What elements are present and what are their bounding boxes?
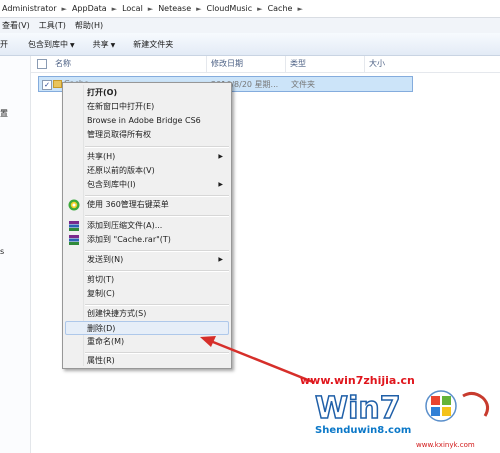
360-icon (68, 199, 80, 211)
menu-label: 使用 360管理右键菜单 (87, 200, 169, 209)
menu-item-restore-versions[interactable]: 还原以前的版本(V) (65, 164, 229, 178)
breadcrumb-local[interactable]: Local (120, 4, 145, 13)
column-size[interactable]: 大小 (365, 56, 415, 72)
menu-item-open-new-window[interactable]: 在新窗口中打开(E) (65, 100, 229, 114)
watermark-logo: Win7 (314, 390, 490, 427)
menu-label: 重命名(M) (87, 337, 125, 346)
folder-icon (53, 80, 62, 88)
chevron-right-icon[interactable]: ► (59, 5, 70, 13)
row-checkbox[interactable]: ✓ (42, 80, 52, 90)
menu-item-include-library[interactable]: 包含到库中(I) ▶ (65, 178, 229, 192)
menu-separator (85, 146, 229, 148)
menu-item-browse-bridge[interactable]: Browse in Adobe Bridge CS6 (65, 114, 229, 128)
winrar-icon (69, 235, 79, 245)
breadcrumb-administrator[interactable]: Administrator (0, 4, 59, 13)
select-all-checkbox[interactable] (37, 59, 47, 69)
menu-label: 删除(D) (87, 324, 116, 333)
context-menu: 打开(O) 在新窗口中打开(E) Browse in Adobe Bridge … (62, 82, 232, 369)
menu-item-copy[interactable]: 复制(C) (65, 287, 229, 301)
menu-view[interactable]: 查看(V) (0, 20, 37, 31)
menu-separator (85, 215, 229, 217)
nav-item-partial[interactable]: 置 (0, 108, 8, 119)
submenu-arrow-icon: ▶ (218, 256, 223, 263)
navigation-pane[interactable]: 置 s (0, 56, 31, 453)
menu-tools[interactable]: 工具(T) (37, 20, 73, 31)
include-in-library-label: 包含到库中 (28, 39, 68, 49)
column-name[interactable]: 名称 (51, 56, 207, 72)
menu-item-add-cache-rar[interactable]: 添加到 "Cache.rar"(T) (65, 233, 229, 247)
menu-label: 在新窗口中打开(E) (87, 102, 155, 111)
menu-separator (85, 250, 229, 252)
menu-item-share[interactable]: 共享(H) ▶ (65, 150, 229, 164)
submenu-arrow-icon: ▶ (218, 181, 223, 188)
column-date-modified[interactable]: 修改日期 (207, 56, 286, 72)
menu-label: 属性(R) (87, 356, 115, 365)
menu-separator (85, 270, 229, 272)
menu-label: 管理员取得所有权 (87, 130, 151, 139)
menu-label: 还原以前的版本(V) (87, 166, 155, 175)
menu-item-cut[interactable]: 剪切(T) (65, 273, 229, 287)
menu-item-send-to[interactable]: 发送到(N) ▶ (65, 253, 229, 267)
menu-label: 包含到库中(I) (87, 180, 136, 189)
menu-label: 创建快捷方式(S) (87, 309, 147, 318)
command-toolbar: 开 包含到库中 ▼ 共享 ▼ 新建文件夹 (0, 33, 500, 56)
menu-item-360[interactable]: 使用 360管理右键菜单 (65, 198, 229, 212)
breadcrumb-cloudmusic[interactable]: CloudMusic (205, 4, 255, 13)
winrar-icon (69, 221, 79, 231)
chevron-right-icon[interactable]: ► (294, 5, 305, 13)
new-folder-button[interactable]: 新建文件夹 (133, 39, 173, 50)
menu-bar: 查看(V) 工具(T) 帮助(H) (0, 18, 500, 33)
share-label: 共享 (92, 39, 109, 49)
menu-separator (85, 304, 229, 306)
watermark-site-secondary: www.kxinyk.com (416, 441, 475, 449)
watermark-logo-text: Win7 (315, 391, 401, 426)
address-bar[interactable]: Administrator ► AppData ► Local ► Neteas… (0, 0, 500, 18)
menu-label: Browse in Adobe Bridge CS6 (87, 116, 201, 125)
watermark-url: www.win7zhijia.cn (300, 374, 415, 387)
menu-label: 发送到(N) (87, 255, 124, 264)
share-button[interactable]: 共享 ▼ (93, 39, 116, 50)
menu-item-add-archive[interactable]: 添加到压缩文件(A)... (65, 219, 229, 233)
menu-label: 共享(H) (87, 152, 116, 161)
open-button[interactable]: 开 (0, 39, 8, 50)
menu-help[interactable]: 帮助(H) (73, 20, 110, 31)
dropdown-arrow-icon: ▼ (110, 41, 116, 49)
menu-label: 添加到压缩文件(A)... (87, 221, 163, 230)
menu-label: 剪切(T) (87, 275, 115, 284)
chevron-right-icon[interactable]: ► (254, 5, 265, 13)
menu-label: 打开(O) (87, 88, 118, 97)
menu-label: 复制(C) (87, 289, 115, 298)
menu-item-open[interactable]: 打开(O) (65, 86, 229, 100)
submenu-arrow-icon: ▶ (218, 153, 223, 160)
menu-item-take-ownership[interactable]: 管理员取得所有权 (65, 128, 229, 142)
menu-item-create-shortcut[interactable]: 创建快捷方式(S) (65, 307, 229, 321)
chevron-right-icon[interactable]: ► (109, 5, 120, 13)
menu-label: 添加到 "Cache.rar"(T) (87, 235, 171, 244)
breadcrumb-appdata[interactable]: AppData (70, 4, 109, 13)
menu-separator (85, 195, 229, 197)
breadcrumb-netease[interactable]: Netease (156, 4, 193, 13)
nav-item-partial[interactable]: s (0, 247, 4, 256)
column-header: 名称 修改日期 类型 大小 (31, 56, 500, 73)
chevron-right-icon[interactable]: ► (193, 5, 204, 13)
chevron-right-icon[interactable]: ► (145, 5, 156, 13)
breadcrumb-cache[interactable]: Cache (266, 4, 295, 13)
watermark-site: Shenduwin8.com (315, 425, 412, 436)
column-type[interactable]: 类型 (286, 56, 365, 72)
row-type: 文件夹 (291, 80, 315, 89)
dropdown-arrow-icon: ▼ (70, 41, 75, 49)
include-in-library-button[interactable]: 包含到库中 ▼ (28, 39, 75, 50)
annotation-arrow-icon (200, 336, 315, 384)
